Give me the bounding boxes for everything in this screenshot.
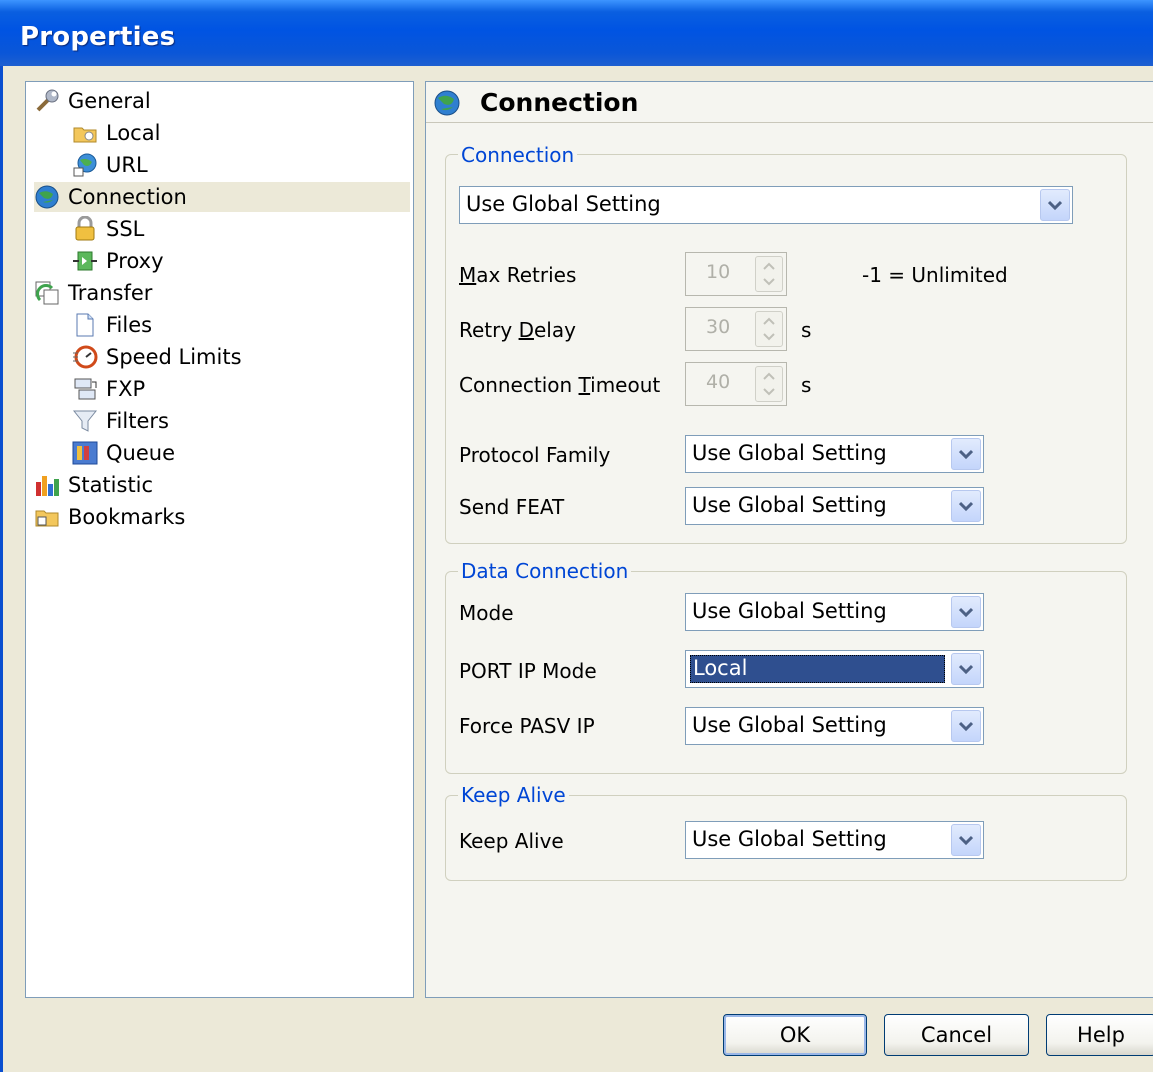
connection-mode-value: Use Global Setting bbox=[466, 192, 661, 216]
data-connection-group-label: Data Connection bbox=[458, 559, 632, 583]
tree-item-label: Queue bbox=[106, 441, 175, 465]
connection-timeout-spinner[interactable]: 40 bbox=[685, 362, 787, 406]
force-pasv-ip-value: Use Global Setting bbox=[692, 713, 887, 737]
tree-item-proxy[interactable]: Proxy bbox=[72, 246, 164, 276]
connection-timeout-value: 40 bbox=[706, 371, 731, 393]
transfer-icon bbox=[34, 280, 60, 306]
ok-button[interactable]: OK bbox=[723, 1014, 867, 1056]
chevron-down-icon[interactable] bbox=[951, 824, 981, 856]
port-ip-mode-label: PORT IP Mode bbox=[459, 659, 597, 683]
retry-delay-spinner[interactable]: 30 bbox=[685, 307, 787, 351]
connection-group-label: Connection bbox=[458, 143, 578, 167]
bar-chart-icon bbox=[34, 472, 60, 498]
tree-item-label: Bookmarks bbox=[68, 505, 186, 529]
spinner-buttons[interactable] bbox=[755, 256, 783, 292]
files-icon bbox=[72, 312, 98, 338]
send-feat-select[interactable]: Use Global Setting bbox=[685, 487, 984, 525]
panel-header: Connection bbox=[426, 82, 1153, 123]
max-retries-spinner[interactable]: 10 bbox=[685, 252, 787, 296]
globe-icon bbox=[432, 88, 464, 122]
title-bar[interactable]: Properties bbox=[0, 0, 1153, 67]
port-ip-mode-value: Local bbox=[693, 656, 748, 680]
queue-icon bbox=[72, 440, 98, 466]
max-retries-label: Max Retries bbox=[459, 263, 577, 287]
retry-delay-unit: s bbox=[801, 318, 812, 342]
tree-item-speed-limits[interactable]: Speed Limits bbox=[72, 342, 242, 372]
tree-item-url[interactable]: URL bbox=[72, 150, 148, 180]
tree-item-ssl[interactable]: SSL bbox=[72, 214, 144, 244]
tree-item-label: FXP bbox=[106, 377, 146, 401]
globe-link-icon bbox=[72, 152, 98, 178]
local-folder-icon bbox=[72, 120, 98, 146]
force-pasv-ip-select[interactable]: Use Global Setting bbox=[685, 707, 984, 745]
bookmark-folder-icon bbox=[34, 504, 60, 530]
tree-item-general[interactable]: General bbox=[34, 86, 151, 116]
tree-item-transfer[interactable]: Transfer bbox=[34, 278, 152, 308]
chevron-down-icon[interactable] bbox=[951, 490, 981, 522]
connection-timeout-unit: s bbox=[801, 373, 812, 397]
wrench-icon bbox=[34, 88, 60, 114]
proxy-icon bbox=[72, 248, 98, 274]
port-ip-mode-select[interactable]: Local bbox=[685, 650, 984, 688]
keep-alive-value: Use Global Setting bbox=[692, 827, 887, 851]
tree-item-queue[interactable]: Queue bbox=[72, 438, 175, 468]
tree-item-files[interactable]: Files bbox=[72, 310, 152, 340]
protocol-family-value: Use Global Setting bbox=[692, 441, 887, 465]
chevron-down-icon[interactable] bbox=[951, 653, 981, 685]
mode-label: Mode bbox=[459, 601, 514, 625]
tree-item-connection[interactable]: Connection bbox=[34, 182, 410, 212]
tree-item-filters[interactable]: Filters bbox=[72, 406, 169, 436]
tree-item-label: Speed Limits bbox=[106, 345, 242, 369]
keep-alive-label: Keep Alive bbox=[459, 829, 564, 853]
cancel-button[interactable]: Cancel bbox=[884, 1014, 1029, 1056]
chevron-down-icon[interactable] bbox=[951, 438, 981, 470]
settings-tree[interactable]: General Local URL Connection SSL Proxy T… bbox=[25, 81, 414, 998]
filter-icon bbox=[72, 408, 98, 434]
globe-icon bbox=[34, 184, 60, 210]
connection-mode-select[interactable]: Use Global Setting bbox=[459, 186, 1073, 224]
lock-icon bbox=[72, 215, 98, 242]
connection-timeout-label: Connection Timeout bbox=[459, 373, 661, 397]
spinner-buttons[interactable] bbox=[755, 366, 783, 402]
tree-item-label: General bbox=[68, 89, 151, 113]
send-feat-label: Send FEAT bbox=[459, 495, 565, 519]
send-feat-value: Use Global Setting bbox=[692, 493, 887, 517]
tree-item-label: Transfer bbox=[68, 281, 153, 305]
tree-item-bookmarks[interactable]: Bookmarks bbox=[34, 502, 185, 532]
mode-value: Use Global Setting bbox=[692, 599, 887, 623]
protocol-family-label: Protocol Family bbox=[459, 443, 611, 467]
tree-item-label: SSL bbox=[106, 217, 145, 241]
fxp-icon bbox=[72, 376, 98, 402]
port-ip-mode-highlight: Local bbox=[690, 655, 945, 683]
retry-delay-value: 30 bbox=[706, 316, 731, 338]
max-retries-hint: -1 = Unlimited bbox=[862, 263, 1008, 287]
max-retries-value: 10 bbox=[706, 261, 731, 283]
tree-item-label: Statistic bbox=[68, 473, 154, 497]
tree-item-label: Local bbox=[106, 121, 161, 145]
tree-item-label: Files bbox=[106, 313, 153, 337]
chevron-down-icon[interactable] bbox=[951, 596, 981, 628]
help-button[interactable]: Help bbox=[1046, 1014, 1153, 1056]
tree-item-label: Filters bbox=[106, 409, 169, 433]
chevron-down-icon[interactable] bbox=[951, 710, 981, 742]
tree-item-fxp[interactable]: FXP bbox=[72, 374, 145, 404]
protocol-family-select[interactable]: Use Global Setting bbox=[685, 435, 984, 473]
tree-item-statistic[interactable]: Statistic bbox=[34, 470, 153, 500]
tree-item-label: Proxy bbox=[106, 249, 164, 273]
spinner-buttons[interactable] bbox=[755, 311, 783, 347]
window-title: Properties bbox=[20, 22, 176, 52]
force-pasv-ip-label: Force PASV IP bbox=[459, 714, 595, 738]
chevron-down-icon[interactable] bbox=[1040, 189, 1070, 221]
tree-item-local[interactable]: Local bbox=[72, 118, 160, 148]
settings-panel: Connection Connection Use Global Setting… bbox=[425, 81, 1153, 998]
retry-delay-label: Retry Delay bbox=[459, 318, 576, 342]
speed-icon bbox=[72, 344, 98, 370]
mode-select[interactable]: Use Global Setting bbox=[685, 593, 984, 631]
tree-item-label: URL bbox=[106, 153, 148, 177]
keep-alive-select[interactable]: Use Global Setting bbox=[685, 821, 984, 859]
tree-item-label: Connection bbox=[68, 185, 187, 209]
keep-alive-group-label: Keep Alive bbox=[458, 783, 569, 807]
panel-title: Connection bbox=[480, 88, 639, 117]
